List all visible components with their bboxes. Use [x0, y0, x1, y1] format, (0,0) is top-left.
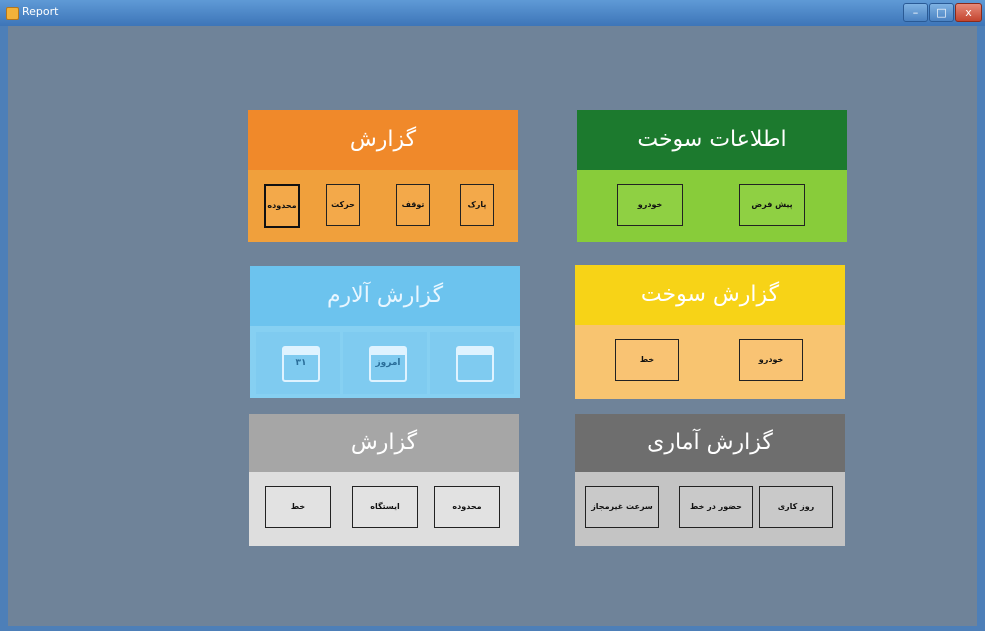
fuel-report-card-title: گزارش سوخت — [575, 265, 845, 325]
overspeed-button[interactable]: سرعت غیرمجاز — [585, 486, 659, 528]
close-button[interactable]: x — [955, 3, 982, 22]
report-card-body: پارک توقف حرکت محدوده — [248, 170, 518, 242]
title-bar[interactable]: Report – □ x — [0, 0, 985, 26]
window-frame-bottom — [0, 626, 985, 631]
line-report-button[interactable]: خط — [615, 339, 679, 381]
fuel-info-card-title: اطلاعات سوخت — [577, 110, 847, 170]
fuel-report-card: گزارش سوخت خودرو خط — [575, 265, 845, 399]
report-window: Report – □ x گزارش پارک توقف حرکت محدوده… — [0, 0, 985, 631]
line-button[interactable]: خط — [265, 486, 331, 528]
fuel-info-card-body: پیش فرض خودرو — [577, 170, 847, 242]
fuel-info-card: اطلاعات سوخت پیش فرض خودرو — [577, 110, 847, 242]
calendar-label: ۳۱ — [295, 358, 307, 368]
route-report-card: گزارش محدوده ایستگاه خط — [249, 414, 519, 546]
statistical-report-card-body: روز کاری حضور در خط سرعت غیرمجاز — [575, 472, 845, 546]
window-title: Report — [22, 5, 59, 18]
window-frame-left — [0, 26, 8, 626]
month-calendar-button[interactable]: ۳۱ — [256, 332, 340, 394]
range-calendar-button[interactable] — [430, 332, 514, 394]
window-frame-right — [977, 26, 985, 626]
parking-button[interactable]: پارک — [460, 184, 494, 226]
station-button[interactable]: ایستگاه — [352, 486, 418, 528]
route-report-card-body: محدوده ایستگاه خط — [249, 472, 519, 546]
route-report-card-title: گزارش — [249, 414, 519, 472]
vehicle-report-button[interactable]: خودرو — [739, 339, 803, 381]
statistical-report-card: گزارش آماری روز کاری حضور در خط سرعت غیر… — [575, 414, 845, 546]
alarm-report-card-body: ۳۱ امروز — [250, 326, 520, 398]
report-card-title: گزارش — [248, 110, 518, 170]
zone-button[interactable]: محدوده — [434, 486, 500, 528]
alarm-report-card-title: گزارش آلارم — [250, 266, 520, 326]
fuel-report-card-body: خودرو خط — [575, 325, 845, 399]
app-icon — [6, 7, 19, 20]
report-card: گزارش پارک توقف حرکت محدوده — [248, 110, 518, 242]
calendar-icon: ۳۱ — [282, 346, 320, 382]
area-button[interactable]: محدوده — [264, 184, 300, 228]
work-day-button[interactable]: روز کاری — [759, 486, 833, 528]
maximize-button[interactable]: □ — [929, 3, 954, 22]
calendar-grid-icon — [456, 346, 494, 382]
statistical-report-card-title: گزارش آماری — [575, 414, 845, 472]
today-calendar-button[interactable]: امروز — [343, 332, 427, 394]
minimize-button[interactable]: – — [903, 3, 928, 22]
default-fuel-button[interactable]: پیش فرض — [739, 184, 805, 226]
line-presence-button[interactable]: حضور در خط — [679, 486, 753, 528]
calendar-icon: امروز — [369, 346, 407, 382]
stop-button[interactable]: توقف — [396, 184, 430, 226]
movement-button[interactable]: حرکت — [326, 184, 360, 226]
vehicle-fuel-button[interactable]: خودرو — [617, 184, 683, 226]
alarm-report-card: گزارش آلارم ۳۱ امروز — [250, 266, 520, 398]
calendar-label: امروز — [375, 358, 401, 368]
